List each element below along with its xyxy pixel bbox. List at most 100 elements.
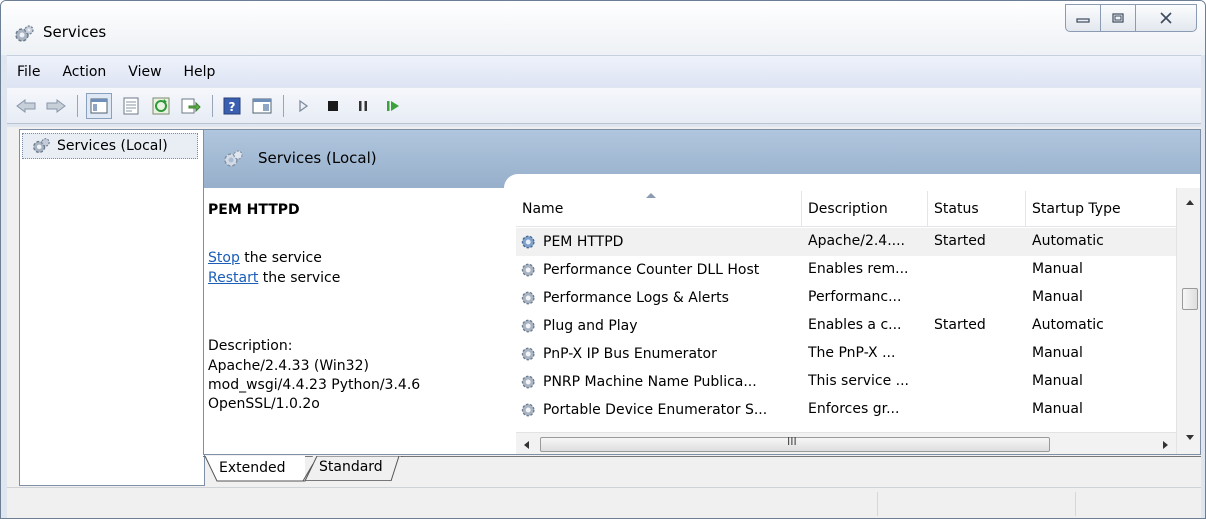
service-name: Performance Counter DLL Host <box>543 262 760 278</box>
table-row[interactable]: PnP-X IP Bus Enumerator The PnP-X ... Ma… <box>516 340 1176 368</box>
restart-service-link[interactable]: Restart <box>208 270 258 286</box>
column-header-label: Status <box>934 201 979 217</box>
service-name: Performance Logs & Alerts <box>543 290 729 306</box>
forward-arrow-icon[interactable] <box>45 95 67 117</box>
back-arrow-icon[interactable] <box>15 95 37 117</box>
column-header-label: Description <box>808 201 888 217</box>
service-gear-icon <box>521 319 535 333</box>
service-name: PnP-X IP Bus Enumerator <box>543 346 717 362</box>
service-status: Started <box>934 233 986 249</box>
toolbar-separator <box>283 94 284 117</box>
table-row[interactable]: Performance Logs & Alerts Performanc... … <box>516 284 1176 312</box>
service-startup-type: Automatic <box>1032 317 1104 333</box>
services-gear-icon <box>33 138 50 154</box>
description-label: Description: <box>208 338 293 354</box>
selected-service-name: PEM HTTPD <box>208 202 300 218</box>
restore-button[interactable] <box>1100 4 1136 32</box>
table-row[interactable]: Portable Device Enumerator S... Enforces… <box>516 396 1176 424</box>
sort-ascending-icon <box>646 193 656 198</box>
vertical-scrollbar[interactable] <box>1176 188 1200 454</box>
service-description: Enables a c... <box>808 317 902 333</box>
start-service-icon[interactable] <box>292 95 314 117</box>
window-title: Services <box>43 23 107 41</box>
menu-bar: File Action View Help <box>7 55 1201 87</box>
column-header-startup-type[interactable]: Startup Type <box>1026 191 1176 227</box>
description-line: Apache/2.4.33 (Win32) <box>208 358 369 374</box>
service-description: Enforces gr... <box>808 401 900 417</box>
panel-title: Services (Local) <box>258 149 377 167</box>
console-tree: Services (Local) <box>19 129 205 486</box>
service-startup-type: Manual <box>1032 261 1083 277</box>
tab-standard[interactable]: Standard <box>303 456 401 481</box>
resume-service-icon[interactable] <box>382 95 404 117</box>
minimize-icon <box>1076 18 1090 23</box>
description-line: mod_wsgi/4.4.23 Python/3.4.6 <box>208 377 421 393</box>
scroll-down-arrow-icon[interactable] <box>1186 435 1194 440</box>
service-gear-icon <box>521 347 535 361</box>
scroll-left-arrow-icon[interactable] <box>524 441 529 449</box>
service-description: Apache/2.4.... <box>808 233 906 249</box>
column-header-description[interactable]: Description <box>802 191 928 227</box>
service-name: Portable Device Enumerator S... <box>543 402 768 418</box>
scroll-up-arrow-icon[interactable] <box>1186 200 1194 205</box>
table-row[interactable]: Performance Counter DLL Host Enables rem… <box>516 256 1176 284</box>
service-description: Enables rem... <box>808 261 909 277</box>
table-row[interactable]: PEM HTTPD Apache/2.4.... Started Automat… <box>516 228 1176 256</box>
services-gear-icon <box>13 23 35 45</box>
scroll-grip: III <box>787 435 797 448</box>
service-startup-type: Manual <box>1032 289 1083 305</box>
services-panel: Services (Local) PEM HTTPD Stop the serv… <box>203 129 1201 455</box>
view-icon[interactable] <box>251 95 273 117</box>
service-startup-type: Manual <box>1032 401 1083 417</box>
show-hide-tree-icon[interactable] <box>86 92 112 119</box>
menu-help[interactable]: Help <box>184 64 216 80</box>
table-row[interactable]: PNRP Machine Name Publica... This servic… <box>516 368 1176 396</box>
restart-action-suffix: the service <box>258 270 341 286</box>
column-header-label: Name <box>522 201 564 217</box>
close-button[interactable] <box>1135 4 1197 32</box>
description-line: OpenSSL/1.0.2o <box>208 396 320 412</box>
table-row[interactable]: Plug and Play Enables a c... Started Aut… <box>516 312 1176 340</box>
horizontal-scroll-thumb[interactable]: III <box>540 435 1050 452</box>
properties-icon[interactable] <box>120 95 142 117</box>
column-header-name[interactable]: Name <box>516 191 802 227</box>
service-gear-icon <box>521 375 535 389</box>
tree-node-services-local[interactable]: Services (Local) <box>22 133 198 159</box>
menu-action[interactable]: Action <box>62 64 106 80</box>
status-pane <box>1075 492 1076 516</box>
minimize-button[interactable] <box>1065 4 1101 32</box>
service-name: PEM HTTPD <box>543 234 624 250</box>
help-icon[interactable]: ? <box>221 95 243 117</box>
toolbar-separator <box>77 94 78 117</box>
close-icon <box>1160 12 1172 24</box>
export-list-icon[interactable] <box>180 95 202 117</box>
menu-file[interactable]: File <box>17 64 40 80</box>
service-description: Performanc... <box>808 289 902 305</box>
tab-label: Extended <box>219 460 286 476</box>
column-header-status[interactable]: Status <box>928 191 1026 227</box>
horizontal-scrollbar[interactable]: III <box>516 432 1176 454</box>
toolbar: ? <box>7 88 1201 124</box>
services-list: Name Description Status Startup Type PEM… <box>516 188 1200 454</box>
refresh-icon[interactable] <box>150 95 172 117</box>
menu-view[interactable]: View <box>128 64 161 80</box>
service-gear-icon <box>521 235 535 249</box>
service-status: Started <box>934 317 986 333</box>
pause-service-icon[interactable] <box>352 95 374 117</box>
stop-action-suffix: the service <box>239 250 322 266</box>
service-description: The PnP-X ... <box>808 345 896 361</box>
stop-service-icon[interactable] <box>322 95 344 117</box>
stop-action-line: Stop the service <box>208 250 322 266</box>
service-name: Plug and Play <box>543 318 638 334</box>
status-pane <box>877 492 878 516</box>
tab-extended[interactable]: Extended <box>205 456 305 481</box>
title-bar[interactable]: Services <box>1 1 1205 55</box>
column-header-row: Name Description Status Startup Type <box>516 191 1176 227</box>
service-description: This service ... <box>808 373 910 389</box>
stop-service-link[interactable]: Stop <box>208 250 240 266</box>
service-detail-pane: PEM HTTPD Stop the service Restart the s… <box>204 188 504 454</box>
vertical-scroll-thumb[interactable] <box>1182 288 1198 310</box>
content-area: Services (Local) Services (Local) PEM HT… <box>7 127 1201 487</box>
tab-label: Standard <box>319 459 383 475</box>
scroll-right-arrow-icon[interactable] <box>1163 441 1168 449</box>
